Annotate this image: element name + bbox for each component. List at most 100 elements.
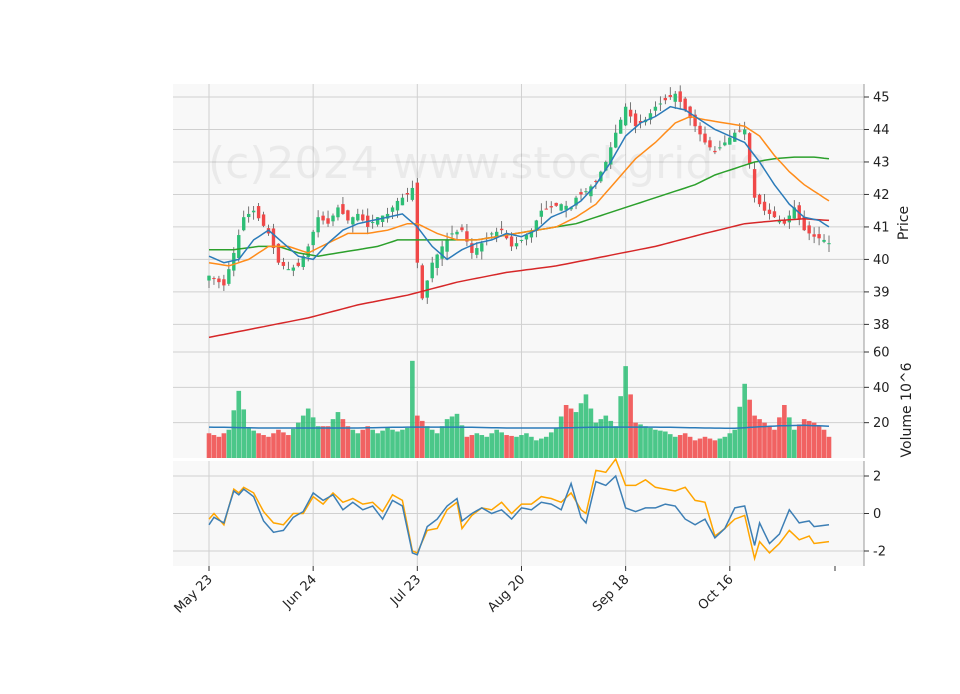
volume-bar-down (628, 394, 633, 458)
x-tick-label: Jul 23 (387, 572, 424, 609)
volume-bar-up (449, 416, 455, 458)
candle-down (361, 214, 365, 221)
volume-bar-down (796, 424, 802, 458)
volume-bar-up (643, 426, 648, 458)
candle-down (757, 194, 762, 205)
volume-bar-down (221, 433, 227, 458)
volume-bar-down (286, 435, 291, 458)
candle-up (242, 217, 246, 231)
volume-bar-up (439, 426, 445, 458)
candle-up (787, 215, 792, 223)
chart-root: (c)2024 www.stockgrid.io 38 39 40 41 42 43 44 4… (0, 0, 960, 690)
volume-bar-up (459, 425, 465, 458)
candle-up (718, 147, 722, 149)
x-tick-label: Aug 20 (485, 572, 528, 615)
candle-up (351, 217, 355, 225)
volume-bar-up (623, 366, 628, 458)
volume-bar-up (742, 383, 747, 458)
volume-bar-up (514, 436, 519, 458)
volume-bar-up (484, 436, 490, 458)
watermark: (c)2024 www.stockgrid.io (208, 138, 766, 189)
volume-bar-up (305, 408, 311, 458)
candle-up (445, 239, 449, 252)
volume-axis-label: Volume 10^6 (899, 362, 915, 457)
candle-up (246, 213, 251, 218)
stock-chart: (c)2024 www.stockgrid.io 38 39 40 41 42 43 44 4… (172, 84, 915, 616)
candle-down (544, 208, 548, 210)
candle-up (227, 269, 231, 284)
volume-bar-up (424, 426, 430, 458)
candle-up (435, 254, 439, 268)
volume-bar-up (350, 429, 356, 458)
volume-bar-down (687, 436, 693, 458)
candle-up (430, 262, 434, 279)
volume-bar-up (573, 412, 579, 458)
volume-bar-up (787, 417, 792, 458)
candle-down (256, 206, 261, 219)
volume-bar-down (271, 433, 276, 458)
price-tick-label: 44 (873, 123, 890, 138)
volume-bar-up (717, 438, 723, 458)
price-axis-label: Price (896, 206, 912, 240)
volume-bar-up (291, 428, 296, 458)
candle-down (579, 192, 583, 195)
candle-down (738, 130, 742, 132)
volume-bar-down (340, 419, 346, 458)
candle-up (539, 210, 544, 217)
volume-bar-up (405, 427, 410, 458)
price-tick-label: 41 (873, 220, 890, 235)
candle-down (212, 278, 216, 280)
candle-up (375, 217, 380, 225)
candle-up (728, 137, 732, 145)
volume-tick-label: 40 (873, 381, 890, 396)
volume-bar-down (211, 435, 217, 458)
candle-up (390, 207, 395, 212)
volume-bar-up (315, 426, 321, 458)
volume-bar-down (276, 429, 281, 458)
volume-bar-up (429, 429, 435, 458)
volume-bar-down (682, 433, 688, 458)
volume-bar-up (727, 433, 733, 458)
volume-bar-down (697, 438, 703, 458)
candle-up (251, 210, 256, 213)
price-panel-bg (173, 84, 864, 352)
volume-bar-up (613, 426, 619, 458)
volume-bar-down (206, 433, 212, 458)
volume-bar-down (216, 436, 222, 458)
volume-bar-down (806, 420, 812, 458)
candle-up (232, 252, 236, 271)
candle-down (762, 201, 767, 211)
candle-up (618, 119, 623, 134)
candle-down (415, 182, 420, 263)
volume-bar-up (578, 403, 584, 458)
candle-down (628, 109, 633, 117)
volume-bar-up (479, 435, 485, 458)
candle-up (614, 132, 618, 148)
candle-up (475, 248, 479, 255)
volume-bar-up (539, 438, 544, 458)
candle-up (673, 93, 677, 102)
volume-bar-up (672, 436, 678, 458)
volume-bar-up (667, 434, 673, 458)
volume-bar-up (310, 417, 316, 458)
volume-bar-down (767, 426, 772, 458)
volume-bar-down (762, 422, 767, 458)
volume-tick-label: 20 (873, 416, 890, 431)
volume-bar-up (226, 429, 232, 458)
candle-down (405, 193, 410, 195)
volume-bar-down (281, 432, 286, 458)
volume-bar-down (509, 435, 514, 458)
volume-bar-down (821, 429, 827, 458)
candle-up (658, 103, 663, 105)
volume-bar-down (325, 426, 331, 458)
volume-bar-down (633, 422, 638, 458)
candle-down (321, 215, 325, 221)
volume-bar-up (300, 415, 306, 458)
volume-bar-down (563, 405, 569, 458)
volume-bar-up (648, 427, 653, 458)
volume-bar-down (712, 440, 718, 458)
candle-up (584, 191, 588, 193)
volume-bar-down (415, 415, 420, 458)
candle-down (817, 234, 821, 239)
candle-down (281, 261, 286, 266)
